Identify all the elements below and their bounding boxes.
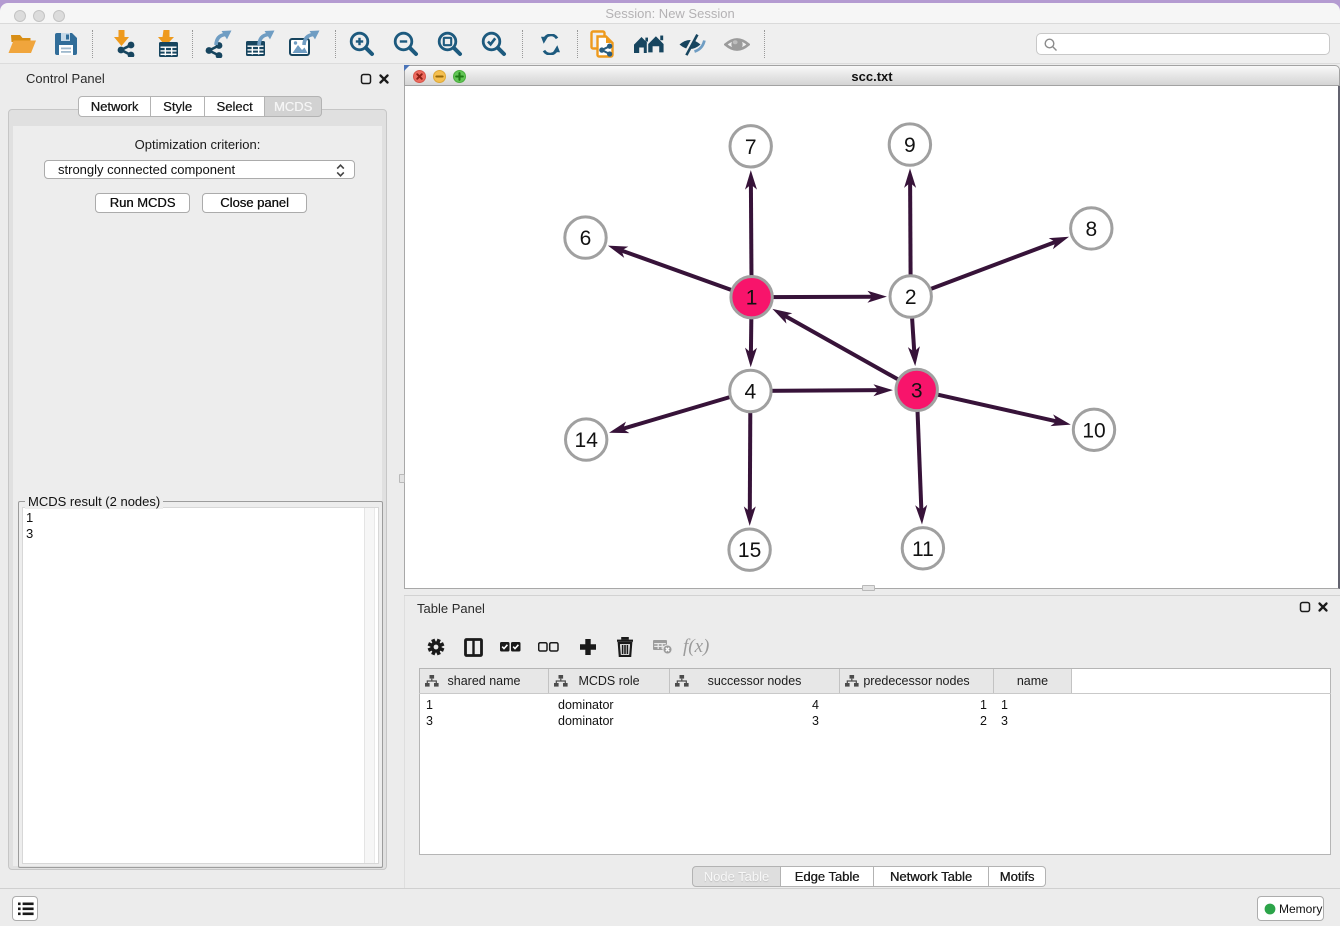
svg-text:15: 15 [738,539,761,562]
svg-text:11: 11 [912,538,934,561]
svg-text:14: 14 [575,429,599,452]
svg-text:7: 7 [745,136,757,159]
svg-text:8: 8 [1085,218,1097,241]
svg-text:f(x): f(x) [683,636,709,657]
svg-text:9: 9 [904,134,916,157]
svg-text:6: 6 [580,227,592,250]
svg-text:1: 1 [746,287,758,310]
svg-text:3: 3 [911,379,923,402]
svg-text:2: 2 [905,286,917,309]
svg-text:10: 10 [1082,419,1105,442]
svg-text:4: 4 [745,381,757,404]
